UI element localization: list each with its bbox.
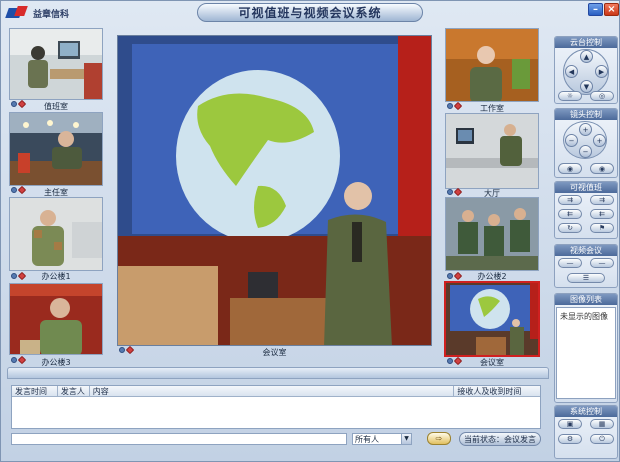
message-input[interactable] xyxy=(11,433,347,445)
flag-icon: ⚑ xyxy=(598,224,606,232)
arrow-left-icon: ◀ xyxy=(568,67,575,76)
minus-icon: − xyxy=(582,147,589,156)
video-thumb-meeting-room[interactable] xyxy=(444,281,540,357)
main-video[interactable] xyxy=(117,35,432,346)
conf-btn-1[interactable]: — xyxy=(558,258,582,268)
image-list[interactable]: 未显示的图像 xyxy=(556,307,616,399)
ptz-title: 云台控制 xyxy=(555,37,617,48)
window-title: 可视值班与视频会议系统 xyxy=(197,3,423,22)
video-thumb-office3[interactable] xyxy=(9,283,103,355)
lens-up-button[interactable]: + xyxy=(579,123,592,136)
arrow-up-icon: ▲ xyxy=(583,52,590,61)
minus-icon: − xyxy=(568,136,575,145)
send-button[interactable]: ⇨ xyxy=(427,432,451,445)
sys-btn-4[interactable]: ⏻ xyxy=(590,434,614,444)
ptz-stop-button[interactable]: ◎ xyxy=(590,91,614,101)
minimize-icon: – xyxy=(593,4,598,15)
logo: 益章信科 xyxy=(7,4,117,22)
system-control-panel: 系统控制 xyxy=(554,405,618,459)
col-receiver: 接收人及收到时间 xyxy=(457,387,522,396)
logo-text: 益章信科 xyxy=(33,9,70,20)
sys-btn-2[interactable]: ▦ xyxy=(590,419,614,429)
duty-btn-1[interactable]: ⇉ xyxy=(558,195,582,205)
col-speaker: 发言人 xyxy=(58,386,90,396)
ptz-right-button[interactable]: ▶ xyxy=(595,65,608,78)
imglist-title: 图像列表 xyxy=(555,294,617,305)
lens-focus-near-button[interactable]: ◉ xyxy=(558,163,582,174)
video-thumb-duty-room[interactable] xyxy=(9,28,103,100)
ptz-left-button[interactable]: ◀ xyxy=(565,65,578,78)
settings-icon: ⚙ xyxy=(566,435,574,443)
send-icon: ⇨ xyxy=(435,434,443,443)
col-content: 内容 xyxy=(90,386,455,396)
lens-title: 镜头控制 xyxy=(555,109,617,120)
forward-icon: ⇉ xyxy=(599,196,605,204)
back-icon: ⇇ xyxy=(567,210,573,218)
arrow-right-icon: ▶ xyxy=(598,67,605,76)
exit-icon: ⏻ xyxy=(599,434,605,443)
lens-left-button[interactable]: − xyxy=(565,134,578,147)
duty-btn-6[interactable]: ⚑ xyxy=(590,223,614,233)
recipient-select[interactable]: 所有人 ▼ xyxy=(352,433,412,445)
chevron-down-icon[interactable]: ▼ xyxy=(401,434,411,444)
app-window: 益章信科 可视值班与视频会议系统 – × 值班室 主任室 办公楼1 办公楼3 会… xyxy=(0,0,620,462)
video-thumb-office1[interactable] xyxy=(9,197,103,271)
duty-title: 可视值班 xyxy=(555,182,617,193)
back-icon: ⇇ xyxy=(599,210,605,218)
video-thumb-hall[interactable] xyxy=(445,113,539,189)
video-thumb-workroom[interactable] xyxy=(445,28,539,102)
ptz-auto-button[interactable]: ☼ xyxy=(558,91,582,101)
conf-title: 视频会议 xyxy=(555,245,617,256)
circle-icon: ◎ xyxy=(598,92,606,100)
thumb-label: 值班室 xyxy=(44,102,68,111)
col-time: 发言时间 xyxy=(12,386,58,396)
dash-icon: — xyxy=(598,259,606,267)
conf-btn-3[interactable]: ☰ xyxy=(567,273,605,283)
arrow-down-icon: ▼ xyxy=(583,82,590,91)
video-thumb-director-room[interactable] xyxy=(9,112,103,186)
forward-icon: ⇉ xyxy=(567,196,573,204)
close-button[interactable]: × xyxy=(604,3,619,16)
minimize-button[interactable]: – xyxy=(588,3,603,16)
sys-title: 系统控制 xyxy=(555,406,617,417)
lens-focus-far-button[interactable]: ◉ xyxy=(590,163,614,174)
close-icon: × xyxy=(607,4,616,15)
loop-icon: ↻ xyxy=(567,224,573,232)
ptz-up-button[interactable]: ▲ xyxy=(580,50,593,63)
window-title-text: 可视值班与视频会议系统 xyxy=(238,6,382,20)
dash-icon: — xyxy=(566,259,574,267)
chat-tab-strip xyxy=(7,367,549,379)
sys-btn-1[interactable]: ▣ xyxy=(558,419,582,429)
thumb-label: 办公楼1 xyxy=(41,272,71,281)
recipient-value: 所有人 xyxy=(355,435,379,444)
lens-right-button[interactable]: + xyxy=(593,134,606,147)
duty-btn-3[interactable]: ⇇ xyxy=(558,209,582,219)
menu-icon: ☰ xyxy=(582,274,590,282)
status-indicator: 当前状态：会议发言 xyxy=(459,432,541,446)
logo-icon xyxy=(7,6,29,20)
image-list-item[interactable]: 未显示的图像 xyxy=(560,311,612,322)
screen-icon: ▣ xyxy=(566,420,574,428)
sys-btn-3[interactable]: ⚙ xyxy=(558,434,582,444)
video-thumb-office2[interactable] xyxy=(445,197,539,271)
plus-icon: + xyxy=(596,136,603,145)
chat-log-table[interactable]: 发言时间 发言人 内容 接收人及收到时间 xyxy=(11,385,541,429)
eye-icon: ◉ xyxy=(598,164,606,173)
lens-down-button[interactable]: − xyxy=(579,145,592,158)
grid-icon: ▦ xyxy=(598,420,606,428)
main-video-label: 会议室 xyxy=(262,348,287,357)
duty-btn-4[interactable]: ⇇ xyxy=(590,209,614,219)
duty-btn-2[interactable]: ⇉ xyxy=(590,195,614,205)
eye-icon: ◉ xyxy=(566,164,574,173)
plus-icon: + xyxy=(582,125,589,134)
sun-icon: ☼ xyxy=(566,92,574,100)
duty-btn-5[interactable]: ↻ xyxy=(558,223,582,233)
chat-log-header: 发言时间 发言人 内容 接收人及收到时间 xyxy=(12,386,540,397)
conf-btn-2[interactable]: — xyxy=(590,258,614,268)
